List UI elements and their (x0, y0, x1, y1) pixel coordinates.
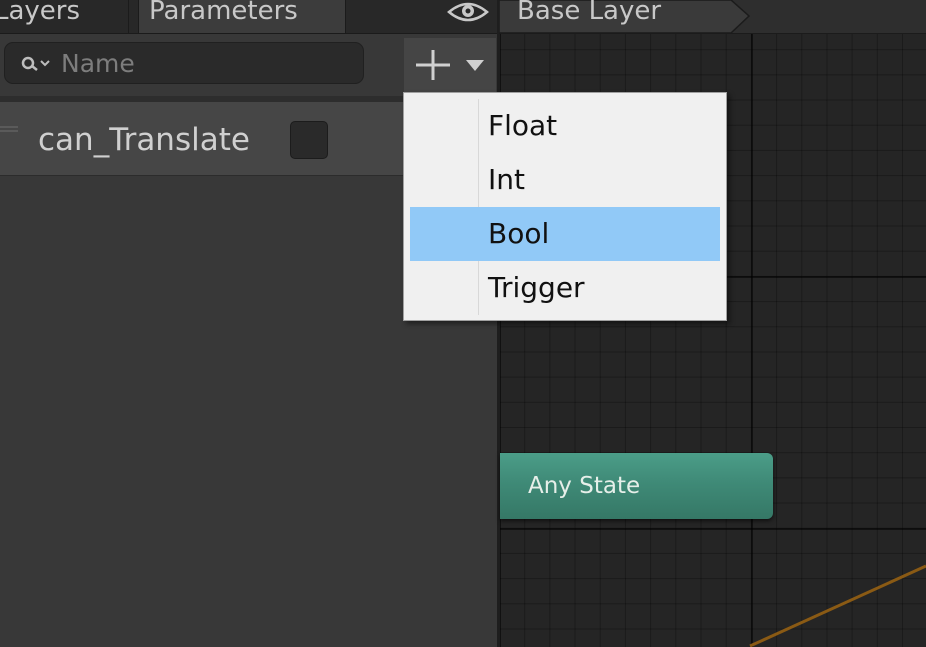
menu-item-bool[interactable]: Bool (410, 207, 720, 261)
eye-icon[interactable] (444, 0, 492, 24)
chevron-down-icon (466, 60, 484, 71)
breadcrumb[interactable]: Base Layer (499, 0, 751, 33)
search-row: Name (0, 34, 499, 96)
plus-icon (416, 50, 450, 80)
menu-item-float[interactable]: Float (410, 99, 720, 153)
menu-item-trigger[interactable]: Trigger (410, 261, 720, 315)
search-input[interactable]: Name (4, 42, 364, 84)
menu-item-label: Bool (488, 217, 550, 250)
search-placeholder: Name (61, 49, 135, 78)
search-icon (21, 56, 50, 71)
any-state-node[interactable]: Any State (500, 453, 773, 519)
menu-item-int[interactable]: Int (410, 153, 720, 207)
tab-divider (128, 0, 129, 33)
parameter-name[interactable]: can_Translate (38, 102, 250, 176)
drag-handle-icon[interactable] (0, 126, 18, 132)
breadcrumb-base-layer[interactable]: Base Layer (517, 0, 661, 24)
node-label: Any State (528, 473, 641, 499)
panel-tabbar: Layers Parameters (0, 0, 499, 34)
graph-breadcrumb-bar: Base Layer (499, 0, 926, 34)
transition-arrow[interactable] (740, 550, 926, 647)
add-parameter-button[interactable] (404, 38, 496, 92)
tab-parameters[interactable]: Parameters (138, 0, 346, 33)
animator-window: Layers Parameters Name can_Translate Bas… (0, 0, 926, 647)
menu-item-label: Float (488, 109, 558, 142)
tab-layers[interactable]: Layers (0, 0, 128, 33)
parameter-bool-checkbox[interactable] (290, 121, 328, 159)
menu-item-label: Int (488, 163, 525, 196)
parameter-type-menu: Float Int Bool Trigger (403, 92, 727, 321)
menu-item-label: Trigger (488, 271, 585, 304)
